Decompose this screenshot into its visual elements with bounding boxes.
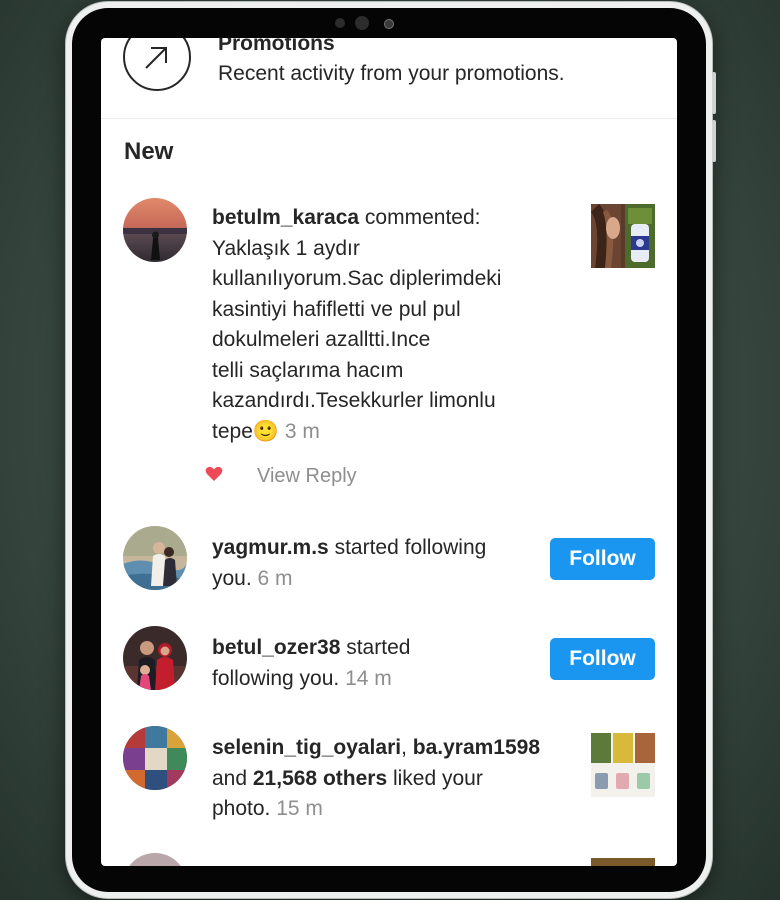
- promotions-title: Promotions: [218, 38, 335, 55]
- avatar[interactable]: [123, 853, 187, 866]
- volume-button: [712, 72, 716, 114]
- username-link[interactable]: ba.yram1598: [413, 736, 540, 759]
- avatar[interactable]: [123, 726, 187, 790]
- power-button: [712, 120, 716, 162]
- avatar[interactable]: [123, 198, 187, 262]
- arrow-up-right-icon: [123, 38, 191, 91]
- sensor-dot: [335, 18, 345, 28]
- post-thumbnail[interactable]: [591, 204, 655, 268]
- promotions-row[interactable]: Promotions Recent activity from your pro…: [101, 38, 677, 119]
- timestamp: 14 m: [345, 666, 392, 690]
- heart-icon[interactable]: [205, 466, 223, 487]
- view-reply-link[interactable]: View Reply: [257, 465, 357, 488]
- slightly-smiling-emoji: 🙂: [252, 419, 280, 443]
- timestamp: 3 m: [284, 419, 320, 443]
- others-link[interactable]: 21,568 others: [253, 767, 387, 790]
- light-sensor: [384, 19, 394, 29]
- avatar[interactable]: [123, 626, 187, 690]
- notification-follow-text: betul_ozer38 started following you. 14 m: [212, 636, 411, 690]
- section-title-new: New: [124, 138, 174, 165]
- timestamp: 6 m: [257, 566, 293, 590]
- post-thumbnail[interactable]: [591, 858, 655, 866]
- post-thumbnail[interactable]: [591, 733, 655, 797]
- notification-likes-text: selenin_tig_oyalari, ba.yram1598 and 21,…: [212, 736, 541, 820]
- username-link[interactable]: selenin_tig_oyalari: [212, 736, 401, 759]
- promotions-subtitle: Recent activity from your promotions.: [218, 62, 565, 85]
- front-camera: [355, 16, 369, 30]
- username-link[interactable]: yagmur.m.s: [212, 536, 329, 559]
- username-link[interactable]: betulm_karaca: [212, 206, 359, 229]
- username-link[interactable]: betul_ozer38: [212, 636, 340, 659]
- follow-button[interactable]: Follow: [550, 638, 655, 680]
- tablet-frame: Promotions Recent activity from your pro…: [66, 2, 716, 898]
- follow-button[interactable]: Follow: [550, 538, 655, 580]
- notification-follow-text: yagmur.m.s started following you. 6 m: [212, 536, 487, 590]
- avatar[interactable]: [123, 526, 187, 590]
- notification-comment-text: betulm_karaca commented: Yaklaşık 1 aydı…: [212, 206, 502, 443]
- screen: Promotions Recent activity from your pro…: [101, 38, 677, 866]
- timestamp: 15 m: [276, 797, 323, 820]
